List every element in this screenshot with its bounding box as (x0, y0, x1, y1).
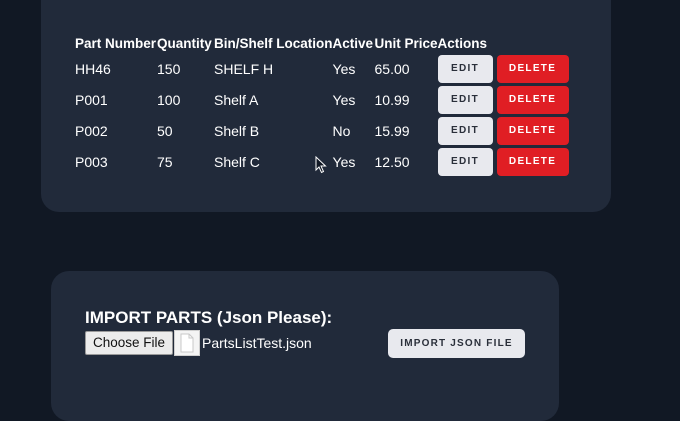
table-row: P001 100 Shelf A Yes 10.99 EDIT DELETE (75, 84, 573, 115)
cell-unit-price: 12.50 (374, 153, 410, 170)
cell-unit-price: 15.99 (374, 122, 410, 139)
import-json-button[interactable]: IMPORT JSON FILE (388, 329, 525, 358)
cell-location: SHELF H (214, 60, 274, 77)
cell-actions: EDIT DELETE (437, 53, 573, 84)
cell-part-number: HH46 (75, 60, 111, 77)
choose-file-button[interactable]: Choose File (85, 331, 174, 355)
cell-part-number: P001 (75, 91, 108, 108)
header-unit-price: Unit Price (374, 35, 438, 51)
cell-location: Shelf A (214, 91, 259, 108)
header-location: Bin/Shelf Location (214, 35, 333, 51)
cell-quantity: 50 (157, 122, 173, 139)
table-row: P002 50 Shelf B No 15.99 EDIT DELETE (75, 115, 573, 146)
cell-part-number: P002 (75, 122, 108, 139)
selected-file-name: PartsListTest.json (202, 335, 312, 351)
file-icon (174, 330, 200, 356)
delete-button[interactable]: DELETE (496, 85, 569, 114)
edit-button[interactable]: EDIT (437, 116, 493, 145)
cell-actions: EDIT DELETE (437, 84, 573, 115)
cell-unit-price: 65.00 (374, 60, 410, 77)
cell-location: Shelf B (214, 122, 260, 139)
cell-active: No (332, 122, 351, 139)
header-actions: Actions (437, 35, 488, 51)
edit-button[interactable]: EDIT (437, 85, 493, 114)
cell-actions: EDIT DELETE (437, 115, 573, 146)
table-row: HH46 150 SHELF H Yes 65.00 EDIT DELETE (75, 53, 573, 84)
edit-button[interactable]: EDIT (437, 54, 493, 83)
delete-button[interactable]: DELETE (496, 54, 569, 83)
header-quantity: Quantity (157, 35, 212, 51)
cell-active: Yes (332, 91, 356, 108)
cell-active: Yes (332, 60, 356, 77)
cell-active: Yes (332, 153, 356, 170)
delete-button[interactable]: DELETE (496, 116, 569, 145)
cell-quantity: 75 (157, 153, 173, 170)
cell-unit-price: 10.99 (374, 91, 410, 108)
mouse-cursor-icon (315, 156, 327, 174)
header-part-number: Part Number (75, 35, 157, 51)
cell-quantity: 150 (157, 60, 181, 77)
cell-actions: EDIT DELETE (437, 146, 573, 177)
cell-part-number: P003 (75, 153, 108, 170)
edit-button[interactable]: EDIT (437, 147, 493, 176)
import-title: IMPORT PARTS (Json Please): (85, 308, 333, 327)
header-active: Active (332, 35, 374, 51)
delete-button[interactable]: DELETE (496, 147, 569, 176)
table-header-row: Part Number Quantity Bin/Shelf Location … (75, 33, 573, 53)
cell-quantity: 100 (157, 91, 181, 108)
